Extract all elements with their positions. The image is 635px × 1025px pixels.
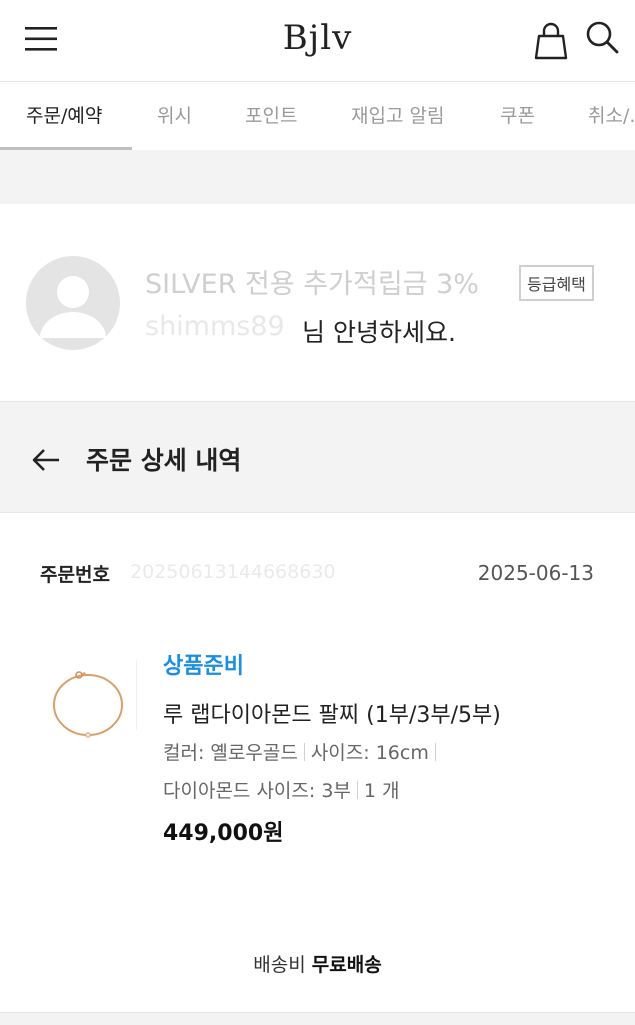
size-option: 사이즈: 16cm	[310, 742, 429, 764]
shopping-bag-icon[interactable]	[533, 20, 569, 60]
product-price: 449,000원	[163, 821, 284, 846]
product-thumbnail[interactable]	[48, 655, 130, 745]
tab-orders[interactable]: 주문/예약	[26, 82, 102, 150]
profile-card: SILVER 전용 추가적립금 3% 등급혜택 shimms89 님 안녕하세요…	[0, 204, 635, 401]
tab-points[interactable]: 포인트	[245, 82, 297, 150]
user-name: shimms89	[145, 311, 285, 342]
app-header: Bjlv	[0, 0, 635, 82]
back-arrow-icon[interactable]	[31, 445, 61, 475]
section-divider	[0, 150, 635, 204]
user-placeholder-icon	[40, 276, 106, 338]
search-icon[interactable]	[584, 20, 620, 56]
order-number-value: 20250613144668630	[130, 561, 336, 583]
tab-restock-alert[interactable]: 재입고 알림	[351, 82, 444, 150]
tab-cancel[interactable]: 취소/...	[588, 82, 635, 150]
grade-benefit-button[interactable]: 등급혜택	[519, 265, 594, 301]
color-option: 컬러: 옐로우골드	[163, 742, 298, 764]
order-number-label: 주문번호	[40, 564, 110, 586]
diamond-size-option: 다이아몬드 사이즈: 3부	[163, 780, 351, 802]
tab-wish[interactable]: 위시	[157, 82, 192, 150]
product-options-line1: 컬러: 옐로우골드 사이즈: 16cm	[163, 738, 442, 765]
quantity: 1 개	[363, 780, 400, 802]
greeting-text: 님 안녕하세요.	[302, 318, 456, 347]
product-options-line2: 다이아몬드 사이즈: 3부 1 개	[163, 776, 400, 803]
option-separator	[356, 781, 358, 799]
avatar	[26, 256, 120, 350]
section-divider-bottom	[0, 1012, 635, 1025]
order-date: 2025-06-13	[477, 561, 594, 585]
mypage-tabs: 주문/예약 위시 포인트 재입고 알림 쿠폰 취소/...	[0, 82, 635, 150]
order-status: 상품준비	[163, 654, 244, 679]
shipping-fee-value: 무료배송	[311, 954, 382, 976]
product-divider	[136, 660, 137, 730]
page-title: 주문 상세 내역	[86, 446, 242, 475]
product-name[interactable]: 루 랩다이아몬드 팔찌 (1부/3부/5부)	[163, 697, 501, 729]
shipping-fee: 배송비 무료배송	[0, 950, 635, 977]
shipping-fee-label: 배송비	[253, 954, 306, 976]
option-separator	[434, 743, 436, 761]
tab-coupons[interactable]: 쿠폰	[500, 82, 535, 150]
option-separator	[303, 743, 305, 761]
grade-benefit-text: SILVER 전용 추가적립금 3%	[145, 269, 479, 300]
